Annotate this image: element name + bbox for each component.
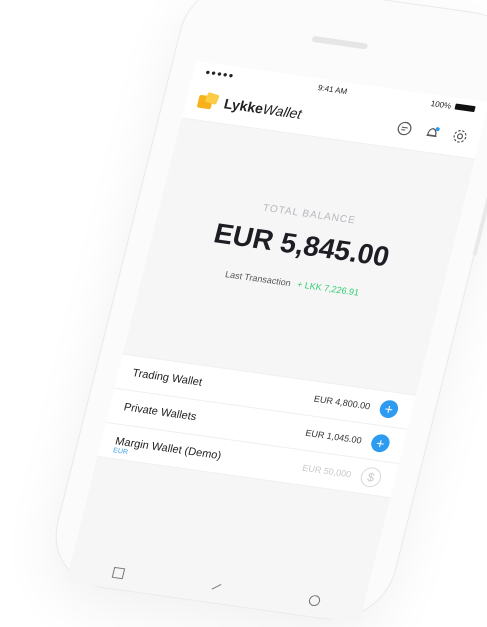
wallet-list: Trading Wallet EUR 4,800.00 + Private Wa… bbox=[97, 353, 417, 499]
bottom-nav bbox=[67, 559, 365, 619]
brand-name-bold: Lykke bbox=[222, 95, 266, 117]
phone-speaker bbox=[311, 35, 369, 50]
wallet-name: Margin Wallet (Demo) bbox=[113, 435, 223, 463]
lykke-logo-icon bbox=[196, 91, 221, 110]
nav-wallet-icon[interactable] bbox=[109, 565, 127, 585]
wallet-amount: EUR 1,045.00 bbox=[304, 427, 363, 446]
nav-trade-icon[interactable] bbox=[207, 579, 225, 599]
wallet-amount: EUR 4,800.00 bbox=[312, 393, 372, 412]
nav-history-icon[interactable] bbox=[304, 593, 322, 613]
header-actions bbox=[395, 120, 470, 146]
brand-name-italic: Wallet bbox=[261, 100, 304, 122]
battery-percent: 100% bbox=[429, 98, 453, 111]
phone-mockup: ●●●●● 9:41 AM 100% LykkeWallet TOTAL BAL… bbox=[44, 0, 487, 627]
settings-gear-icon[interactable] bbox=[450, 127, 470, 145]
notification-bell-icon[interactable] bbox=[422, 124, 442, 142]
brand: LykkeWallet bbox=[196, 91, 303, 122]
add-funds-plus-icon[interactable]: + bbox=[369, 433, 392, 454]
signal-indicator: ●●●●● bbox=[204, 66, 236, 80]
wallet-name: Private Wallets bbox=[122, 401, 198, 424]
dollar-circle-icon[interactable]: $ bbox=[358, 466, 384, 489]
add-funds-plus-icon[interactable]: + bbox=[377, 399, 401, 420]
wallet-right: EUR 50,000 $ bbox=[300, 458, 384, 489]
wallet-right: EUR 1,045.00 + bbox=[303, 424, 392, 454]
wallet-name: Trading Wallet bbox=[130, 367, 204, 389]
wallet-amount: EUR 50,000 bbox=[301, 462, 353, 480]
phone-side-button bbox=[472, 186, 487, 256]
brand-name: LykkeWallet bbox=[222, 95, 303, 121]
app-screen: ●●●●● 9:41 AM 100% LykkeWallet TOTAL BAL… bbox=[66, 60, 487, 624]
last-transaction-amount: + LKK 7,226.91 bbox=[295, 279, 361, 298]
chat-icon[interactable] bbox=[395, 120, 415, 138]
battery-indicator: 100% bbox=[430, 99, 476, 114]
wallet-right: EUR 4,800.00 + bbox=[312, 390, 401, 420]
battery-icon bbox=[454, 103, 476, 113]
wallet-currency: EUR bbox=[112, 447, 129, 457]
status-time: 9:41 AM bbox=[317, 82, 349, 96]
last-transaction-label: Last Transaction bbox=[224, 269, 292, 289]
